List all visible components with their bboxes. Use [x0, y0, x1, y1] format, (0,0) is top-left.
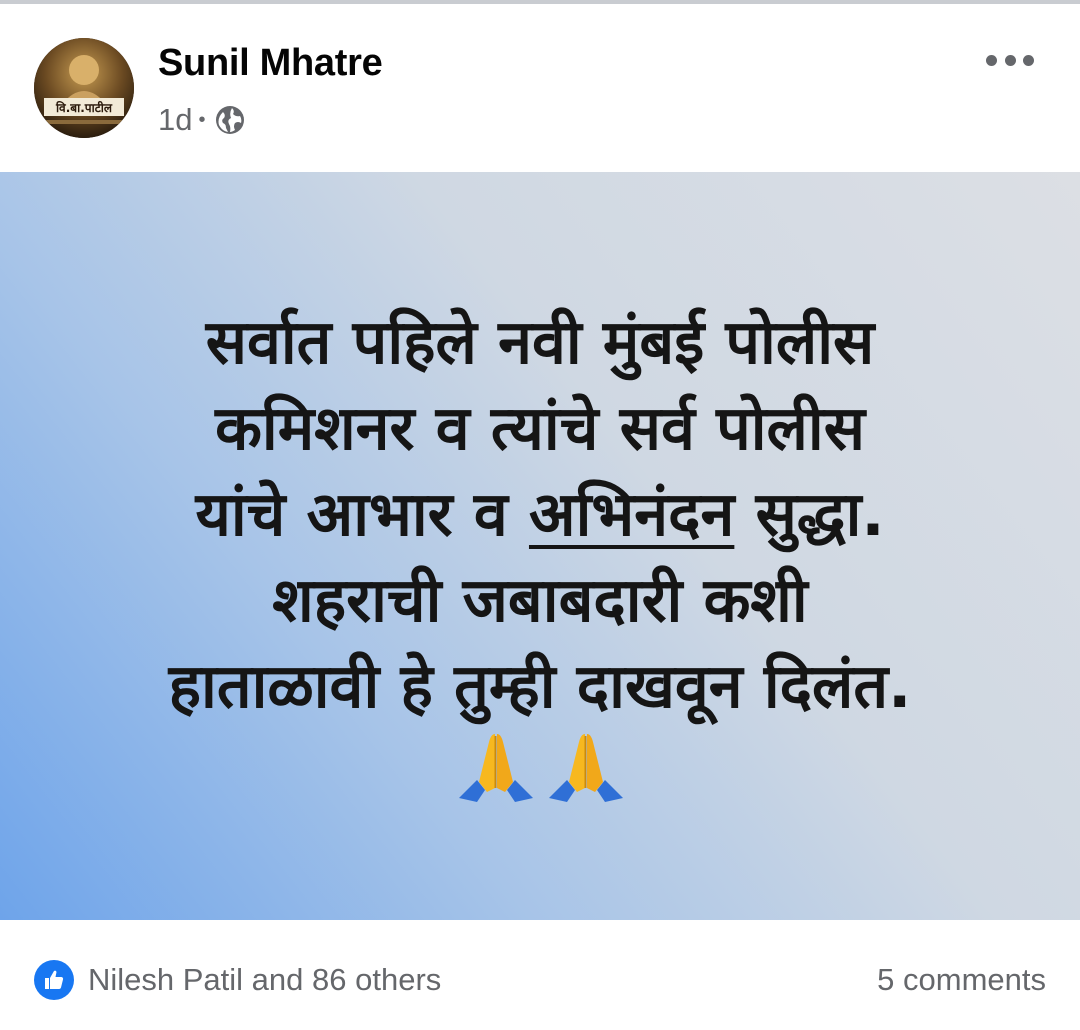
avatar-image: वि.बा.पाटील: [34, 38, 134, 138]
post-message: सर्वात पहिले नवी मुंबई पोलीस कमिशनर व त्…: [0, 300, 1080, 730]
message-text: यांचे आभार व: [195, 479, 529, 550]
message-line: कमिशनर व त्यांचे सर्व पोलीस: [215, 393, 865, 464]
author-name[interactable]: Sunil Mhatre: [158, 42, 383, 85]
post-background[interactable]: सर्वात पहिले नवी मुंबई पोलीस कमिशनर व त्…: [0, 172, 1080, 920]
message-line: हाताळावी हे तुम्ही दाखवून दिलंत.: [168, 651, 912, 722]
globe-icon[interactable]: [214, 104, 246, 136]
post-footer: Nilesh Patil and 86 others 5 comments: [0, 920, 1080, 1030]
comments-count[interactable]: 5 comments: [877, 960, 1046, 1000]
reactions-summary[interactable]: Nilesh Patil and 86 others: [88, 960, 441, 1000]
emoji-row: [455, 728, 627, 808]
post-time[interactable]: 1d: [158, 102, 192, 138]
dot: [1023, 54, 1034, 66]
underlined-word: अभिनंदन: [528, 479, 735, 550]
message-line: सर्वात पहिले नवी मुंबई पोलीस: [205, 307, 875, 378]
dot: [986, 54, 997, 66]
avatar-caption: वि.बा.पाटील: [55, 101, 113, 115]
meta-separator: •: [198, 108, 206, 131]
message-line: शहराची जबाबदारी कशी: [272, 565, 808, 636]
post-header: वि.बा.पाटील Sunil Mhatre 1d •: [0, 4, 1080, 172]
author-avatar[interactable]: वि.बा.पाटील: [34, 38, 134, 138]
message-line: यांचे आभार व अभिनंदन सुद्धा.: [0, 472, 1080, 558]
message-text: सुद्धा.: [734, 479, 885, 550]
dot: [1004, 54, 1016, 66]
more-options-icon[interactable]: [984, 42, 1036, 78]
folded-hands-icon: [459, 734, 533, 802]
post-meta: 1d •: [158, 100, 246, 140]
folded-hands-icon: [549, 734, 623, 802]
like-icon[interactable]: [34, 960, 74, 1000]
